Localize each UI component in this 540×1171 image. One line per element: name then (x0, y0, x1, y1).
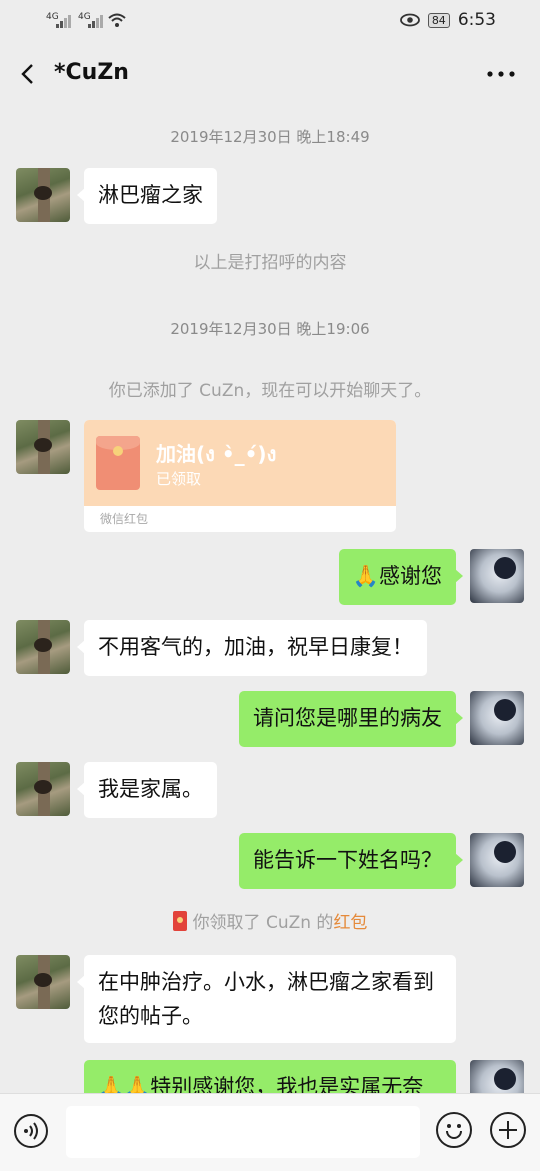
chevron-left-icon[interactable] (16, 62, 40, 86)
red-packet-notice: 你领取了 CuZn 的红包 (0, 908, 540, 933)
timestamp: 2019年12月30日 晚上19:06 (170, 320, 370, 338)
avatar-self[interactable] (470, 691, 524, 745)
message-bubble-received[interactable]: 在中肿治疗。小水，淋巴瘤之家看到您的帖子。 (77, 955, 456, 1043)
message-bubble-received[interactable]: 不用客气的，加油，祝早日康复！ (77, 620, 427, 676)
message-bubble-received[interactable]: 我是家属。 (77, 762, 217, 818)
avatar-self[interactable] (470, 1060, 524, 1093)
red-packet-link[interactable]: 红包 (333, 913, 367, 933)
avatar-contact[interactable] (16, 762, 70, 816)
message-bubble-sent[interactable]: 请问您是哪里的病友 (239, 691, 463, 747)
avatar-contact[interactable] (16, 955, 70, 1009)
avatar-self[interactable] (470, 549, 524, 603)
signal-bars-icon-2 (88, 15, 103, 28)
system-message: 你已添加了 CuZn，现在可以开始聊天了。 (108, 381, 432, 401)
plus-icon[interactable] (490, 1112, 526, 1148)
chat-title: *CuZn (54, 60, 129, 85)
eye-icon (399, 13, 420, 27)
chat-messages[interactable]: 2019年12月30日 晚上18:49 淋巴瘤之家 以上是打招呼的内容 2019… (0, 108, 540, 1093)
notice-text: 你领取了 CuZn 的 (192, 913, 334, 933)
avatar-self[interactable] (470, 833, 524, 887)
message-bubble-sent[interactable]: 能告诉一下姓名吗？ (239, 833, 463, 889)
clock: 6:53 (457, 10, 496, 30)
voice-icon[interactable] (14, 1114, 48, 1148)
signal-bars-icon (56, 15, 71, 28)
red-packet-status: 已领取 (156, 470, 202, 488)
avatar-contact[interactable] (16, 620, 70, 674)
red-envelope-icon (96, 436, 140, 490)
red-packet-footer: 微信红包 (100, 512, 149, 526)
system-message: 以上是打招呼的内容 (193, 253, 347, 273)
input-bar (0, 1093, 540, 1171)
message-input[interactable] (66, 1106, 420, 1158)
avatar-contact[interactable] (16, 420, 70, 474)
chat-header: *CuZn (0, 42, 540, 108)
timestamp: 2019年12月30日 晚上18:49 (170, 128, 370, 146)
red-packet-card[interactable]: 加油(ง •̀_•́)ง 已领取 微信红包 (84, 420, 396, 532)
status-right: 84 6:53 (399, 10, 496, 30)
red-packet-title: 加油(ง •̀_•́)ง (156, 442, 277, 466)
wifi-icon (108, 13, 126, 27)
message-bubble-received[interactable]: 淋巴瘤之家 (77, 168, 217, 224)
avatar-contact[interactable] (16, 168, 70, 222)
red-packet-body: 加油(ง •̀_•́)ง 已领取 (84, 420, 396, 506)
emoji-icon[interactable] (436, 1112, 472, 1148)
red-packet-icon (172, 911, 187, 931)
more-dots-icon[interactable] (486, 62, 516, 86)
message-bubble-sent[interactable]: 🙏🙏特别感谢您，我也是实属无奈 (84, 1060, 456, 1093)
status-bar: 4G 4G 84 6:53 (0, 0, 540, 42)
battery-indicator: 84 (427, 12, 450, 28)
message-bubble-sent[interactable]: 🙏感谢您 (338, 549, 464, 605)
